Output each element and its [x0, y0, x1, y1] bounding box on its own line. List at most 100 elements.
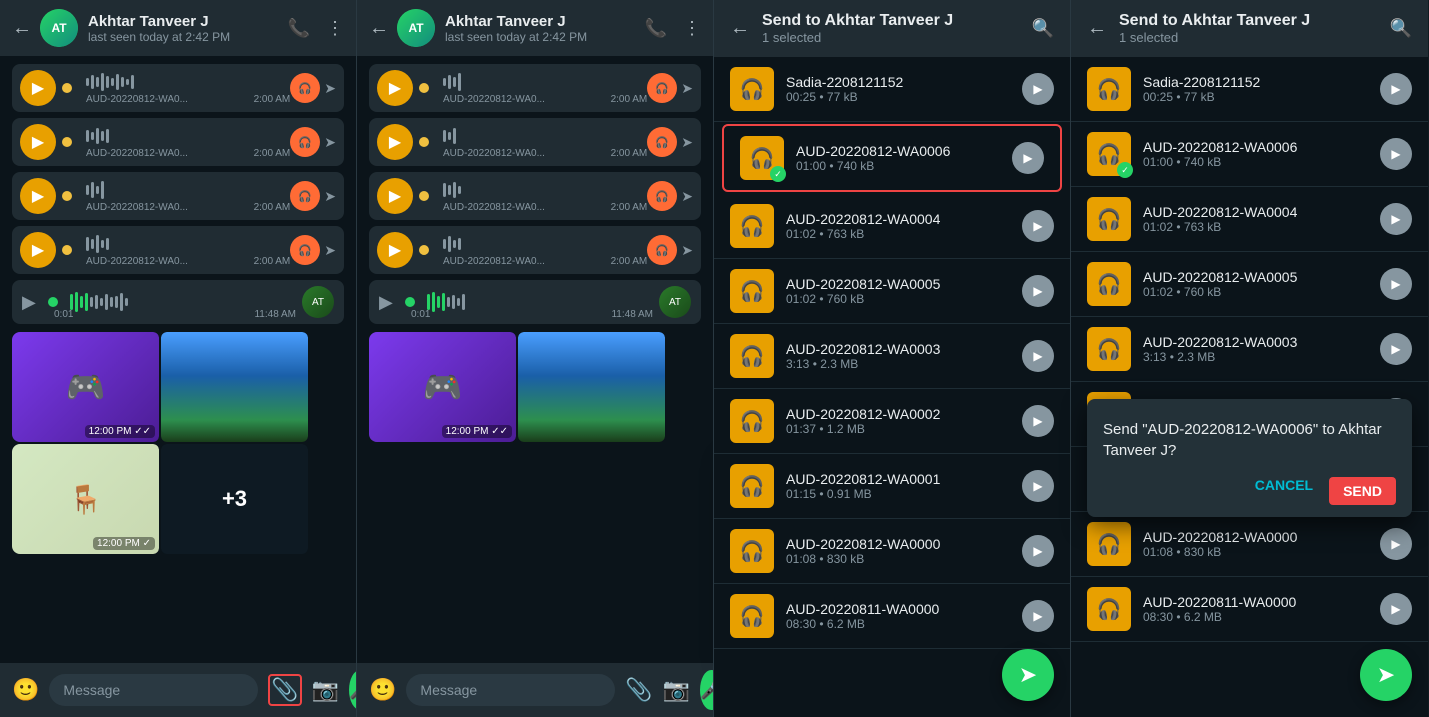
forward-icon-1[interactable]: ➤ [324, 80, 336, 97]
search-button-4[interactable]: 🔍 [1390, 18, 1412, 39]
audio-name-wa0004: AUD-20220812-WA0004 [786, 211, 1010, 227]
audio-list-item-4-wa0004[interactable]: 🎧 AUD-20220812-WA0004 01:02 • 763 kB ▶ [1071, 187, 1428, 252]
audio-play-wa0006[interactable]: ▶ [1012, 142, 1044, 174]
audio-info-wa0002: AUD-20220812-WA0002 01:37 • 1.2 MB [786, 406, 1010, 436]
audio-play-wa0001[interactable]: ▶ [1022, 470, 1054, 502]
forward-icon-4[interactable]: ➤ [324, 242, 336, 259]
more-icon-1[interactable]: ⋮ [326, 18, 344, 39]
play-pause-icon[interactable]: ▶ [22, 292, 36, 313]
audio-info-4-wa0003: AUD-20220812-WA0003 3:13 • 2.3 MB [1143, 334, 1368, 364]
audio-play-4-wa0006[interactable]: ▶ [1380, 138, 1412, 170]
audio-list-item-wa0006[interactable]: 🎧 ✓ AUD-20220812-WA0006 01:00 • 740 kB ▶ [722, 124, 1062, 192]
contact-avatar-2[interactable]: AT [397, 9, 435, 47]
header-icons-1: 📞 ⋮ [288, 18, 344, 39]
emoji-icon-2[interactable]: 🙂 [369, 677, 396, 703]
play-btn-2[interactable]: ▶ [20, 124, 56, 160]
audio-name-wa0811: AUD-20220811-WA0000 [786, 601, 1010, 617]
playing-audio-row-2: ▶ AT 0:01 11:48 AM [369, 280, 701, 324]
audio-list-item-sadia[interactable]: 🎧 Sadia-2208121152 00:25 • 77 kB ▶ [714, 57, 1070, 122]
img-gamepad[interactable]: 🎮 12:00 PM ✓✓ [12, 332, 159, 442]
play-pause-icon-2[interactable]: ▶ [379, 292, 393, 313]
audio-play-4-wa0004[interactable]: ▶ [1380, 203, 1412, 235]
audio-time-2-4: 2:00 AM [611, 256, 648, 267]
audio-play-4-wa0005[interactable]: ▶ [1380, 268, 1412, 300]
img-waterfall-2[interactable] [518, 332, 665, 442]
mic-button-1[interactable]: 🎤 [349, 670, 357, 710]
audio-play-4-sadia[interactable]: ▶ [1380, 73, 1412, 105]
message-input-2[interactable] [406, 674, 615, 706]
audio-list-item-4-wa0005[interactable]: 🎧 AUD-20220812-WA0005 01:02 • 760 kB ▶ [1071, 252, 1428, 317]
img-more[interactable]: +3 [161, 444, 308, 554]
attach-icon-2[interactable]: 📎 [625, 677, 652, 703]
audio-play-wa0002[interactable]: ▶ [1022, 405, 1054, 437]
audio-time-2-2: 2:00 AM [611, 148, 648, 159]
audio-list-item-wa0005[interactable]: 🎧 AUD-20220812-WA0005 01:02 • 760 kB ▶ [714, 259, 1070, 324]
forward-icon-2-1[interactable]: ➤ [681, 80, 693, 97]
dialog-send-button[interactable]: SEND [1329, 477, 1396, 505]
audio-time-row-2: AUD-20220812-WA0... 2:00 AM [86, 148, 290, 159]
play-btn-2-2[interactable]: ▶ [377, 124, 413, 160]
search-button-3[interactable]: 🔍 [1032, 18, 1054, 39]
mic-button-2[interactable]: 🎤 [700, 670, 714, 710]
call-icon-1[interactable]: 📞 [288, 18, 310, 39]
play-btn-3[interactable]: ▶ [20, 178, 56, 214]
attach-icon-1[interactable]: 📎 [271, 677, 298, 703]
img-waterfall[interactable] [161, 332, 308, 442]
forward-icon-3[interactable]: ➤ [324, 188, 336, 205]
dot-2-4 [419, 245, 429, 255]
message-input-1[interactable] [49, 674, 258, 706]
forward-icon-2[interactable]: ➤ [324, 134, 336, 151]
img-chair[interactable]: 🪑 12:00 PM ✓ [12, 444, 159, 554]
send-fab-3[interactable]: ➤ [1002, 649, 1054, 701]
send-title-4: Send to Akhtar Tanveer J [1119, 12, 1310, 30]
play-btn-2-4[interactable]: ▶ [377, 232, 413, 268]
bar [96, 128, 99, 144]
back-button-2[interactable]: ← [369, 17, 389, 40]
audio-list-item-4-wa0811[interactable]: 🎧 AUD-20220811-WA0000 08:30 • 6.2 MB ▶ [1071, 577, 1428, 642]
audio-list-item-wa0811[interactable]: 🎧 AUD-20220811-WA0000 08:30 • 6.2 MB ▶ [714, 584, 1070, 649]
audio-play-4-wa0000[interactable]: ▶ [1380, 528, 1412, 560]
audio-list-item-wa0003[interactable]: 🎧 AUD-20220812-WA0003 3:13 • 2.3 MB ▶ [714, 324, 1070, 389]
audio-list-item-4-sadia[interactable]: 🎧 Sadia-2208121152 00:25 • 77 kB ▶ [1071, 57, 1428, 122]
audio-play-wa0005[interactable]: ▶ [1022, 275, 1054, 307]
img-gamepad-2[interactable]: 🎮 12:00 PM ✓✓ [369, 332, 516, 442]
audio-play-wa0004[interactable]: ▶ [1022, 210, 1054, 242]
contact-status-2: last seen today at 2:42 PM [445, 30, 645, 44]
playing-audio-row: ▶ AT 0:01 11:48 AM [12, 280, 344, 324]
audio-play-4-wa0811[interactable]: ▶ [1380, 593, 1412, 625]
forward-icon-2-3[interactable]: ➤ [681, 188, 693, 205]
audio-list-item-wa0001[interactable]: 🎧 AUD-20220812-WA0001 01:15 • 0.91 MB ▶ [714, 454, 1070, 519]
audio-play-wa0003[interactable]: ▶ [1022, 340, 1054, 372]
back-button-4[interactable]: ← [1087, 17, 1107, 40]
send-panel-4: ← Send to Akhtar Tanveer J 1 selected 🔍 … [1071, 0, 1428, 717]
camera-icon-2[interactable]: 📷 [663, 677, 690, 703]
send-fab-4[interactable]: ➤ [1360, 649, 1412, 701]
call-icon-2[interactable]: 📞 [645, 18, 667, 39]
bar [95, 295, 98, 309]
play-btn-1[interactable]: ▶ [20, 70, 56, 106]
play-btn-2-1[interactable]: ▶ [377, 70, 413, 106]
audio-play-wa0811[interactable]: ▶ [1022, 600, 1054, 632]
forward-icon-2-2[interactable]: ➤ [681, 134, 693, 151]
back-button-3[interactable]: ← [730, 17, 750, 40]
emoji-icon-1[interactable]: 🙂 [12, 677, 39, 703]
audio-play-wa0000[interactable]: ▶ [1022, 535, 1054, 567]
audio-filename-2-4: AUD-20220812-WA0... [443, 256, 545, 267]
audio-list-item-wa0004[interactable]: 🎧 AUD-20220812-WA0004 01:02 • 763 kB ▶ [714, 194, 1070, 259]
play-btn-2-3[interactable]: ▶ [377, 178, 413, 214]
audio-list-item-4-wa0006[interactable]: 🎧 ✓ AUD-20220812-WA0006 01:00 • 740 kB ▶ [1071, 122, 1428, 187]
forward-icon-2-4[interactable]: ➤ [681, 242, 693, 259]
dialog-cancel-button[interactable]: CANCEL [1255, 477, 1313, 505]
audio-play-sadia[interactable]: ▶ [1022, 73, 1054, 105]
audio-list-item-wa0002[interactable]: 🎧 AUD-20220812-WA0002 01:37 • 1.2 MB ▶ [714, 389, 1070, 454]
audio-play-4-wa0003[interactable]: ▶ [1380, 333, 1412, 365]
play-btn-4[interactable]: ▶ [20, 232, 56, 268]
audio-info-4-sadia: Sadia-2208121152 00:25 • 77 kB [1143, 74, 1368, 104]
contact-avatar-1[interactable]: AT [40, 9, 78, 47]
audio-list-item-4-wa0003[interactable]: 🎧 AUD-20220812-WA0003 3:13 • 2.3 MB ▶ [1071, 317, 1428, 382]
audio-list-item-wa0000[interactable]: 🎧 AUD-20220812-WA0000 01:08 • 830 kB ▶ [714, 519, 1070, 584]
back-button-1[interactable]: ← [12, 17, 32, 40]
camera-icon-1[interactable]: 📷 [312, 677, 339, 703]
audio-list-item-4-wa0000[interactable]: 🎧 AUD-20220812-WA0000 01:08 • 830 kB ▶ [1071, 512, 1428, 577]
more-icon-2[interactable]: ⋮ [683, 18, 701, 39]
